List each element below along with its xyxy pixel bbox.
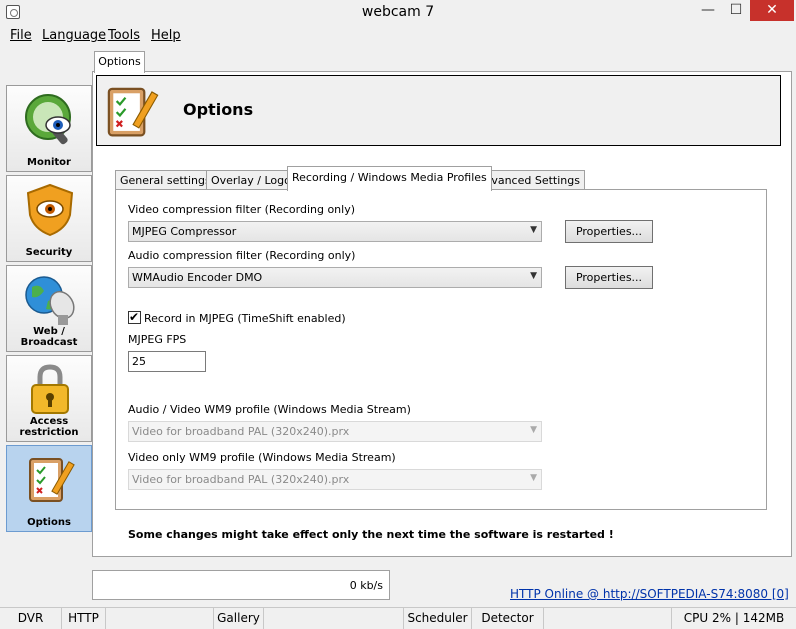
sidebar-item-label: Web / Broadcast (20, 326, 78, 348)
video-profile-label: Video only WM9 profile (Windows Media St… (128, 451, 396, 464)
status-detector[interactable]: Detector (472, 608, 544, 629)
menu-file[interactable]: File (10, 28, 32, 43)
tab-recording-wm-profiles[interactable]: Recording / Windows Media Profiles (287, 166, 492, 191)
tab-options[interactable]: Options (94, 51, 145, 73)
close-button[interactable]: ✕ (750, 0, 794, 21)
bitrate-box: 0 kb/s (92, 570, 390, 600)
title-bar: webcam 7 — ☐ ✕ (0, 0, 796, 26)
maximize-button[interactable]: ☐ (722, 0, 750, 21)
page-title: Options (183, 100, 254, 119)
video-filter-value: MJPEG Compressor (132, 225, 237, 238)
chevron-down-icon: ▼ (530, 473, 537, 483)
menu-tools-label: Tools (108, 28, 141, 43)
status-scheduler[interactable]: Scheduler (404, 608, 472, 629)
record-mjpeg-label: Record in MJPEG (TimeShift enabled) (144, 312, 346, 325)
sidebar-item-label: Options (27, 517, 71, 528)
sidebar-item-access-restriction[interactable]: Access restriction (6, 355, 92, 442)
http-status-link[interactable]: HTTP Online @ http://SOFTPEDIA-S74:8080 … (510, 587, 789, 601)
monitor-eye-icon (25, 94, 71, 145)
checklist-clipboard-icon (29, 458, 75, 502)
menu-language[interactable]: Language (42, 28, 106, 43)
mjpeg-fps-label: MJPEG FPS (128, 333, 187, 346)
chevron-down-icon: ▼ (530, 271, 537, 281)
av-profile-select[interactable]: Video for broadband PAL (320x240).prx ▼ (128, 421, 542, 442)
audio-filter-label: Audio compression filter (Recording only… (128, 249, 356, 262)
audio-properties-button[interactable]: Properties... (565, 266, 653, 289)
audio-filter-select[interactable]: WMAudio Encoder DMO ▼ (128, 267, 542, 288)
padlock-icon (31, 364, 69, 414)
bitrate-value: 0 kb/s (349, 579, 383, 592)
window-title: webcam 7 (361, 4, 435, 20)
status-bar: DVR HTTP Gallery Scheduler Detector CPU … (0, 607, 796, 629)
av-profile-label: Audio / Video WM9 profile (Windows Media… (128, 403, 411, 416)
av-profile-value: Video for broadband PAL (320x240).prx (132, 425, 350, 438)
status-dvr[interactable]: DVR (0, 608, 62, 629)
video-filter-label: Video compression filter (Recording only… (128, 203, 356, 216)
menu-help-label: Help (151, 28, 181, 43)
status-empty-1 (106, 608, 214, 629)
record-mjpeg-checkbox[interactable] (128, 310, 141, 324)
status-gallery[interactable]: Gallery (214, 608, 264, 629)
security-shield-eye-icon (26, 183, 74, 237)
menu-bar: File Language Tools Help (0, 27, 796, 47)
audio-filter-value: WMAudio Encoder DMO (132, 271, 263, 284)
sidebar-item-label: Access restriction (19, 416, 79, 438)
minimize-button[interactable]: — (694, 0, 722, 21)
menu-language-label: Language (42, 28, 107, 43)
video-properties-button[interactable]: Properties... (565, 220, 653, 243)
video-profile-select[interactable]: Video for broadband PAL (320x240).prx ▼ (128, 469, 542, 490)
video-filter-select[interactable]: MJPEG Compressor ▼ (128, 221, 542, 242)
status-cpu-memory: CPU 2% | 142MB (683, 611, 785, 625)
tab-overlay-logo[interactable]: Overlay / Logo (206, 170, 296, 190)
video-profile-value: Video for broadband PAL (320x240).prx (132, 473, 350, 486)
sidebar-item-security[interactable]: Security (6, 175, 92, 262)
restart-note: Some changes might take effect only the … (128, 528, 614, 541)
sidebar-item-options[interactable]: Options (6, 445, 92, 532)
status-empty-3 (544, 608, 672, 629)
sidebar-item-web-broadcast[interactable]: Web / Broadcast (6, 265, 92, 352)
sidebar-item-monitor[interactable]: Monitor (6, 85, 92, 172)
menu-help[interactable]: Help (151, 28, 181, 43)
sidebar-item-label: Security (25, 247, 73, 258)
status-http[interactable]: HTTP (62, 608, 106, 629)
mjpeg-fps-input[interactable]: 25 (128, 351, 206, 372)
status-empty-2 (264, 608, 404, 629)
globe-satellite-icon (25, 276, 75, 325)
sidebar-item-label: Monitor (27, 157, 71, 168)
chevron-down-icon: ▼ (530, 225, 537, 235)
menu-tools[interactable]: Tools (108, 28, 140, 43)
menu-file-label: File (10, 28, 32, 43)
checklist-clipboard-icon (107, 87, 159, 137)
chevron-down-icon: ▼ (530, 425, 537, 435)
tab-general-settings[interactable]: General settings (115, 170, 216, 190)
